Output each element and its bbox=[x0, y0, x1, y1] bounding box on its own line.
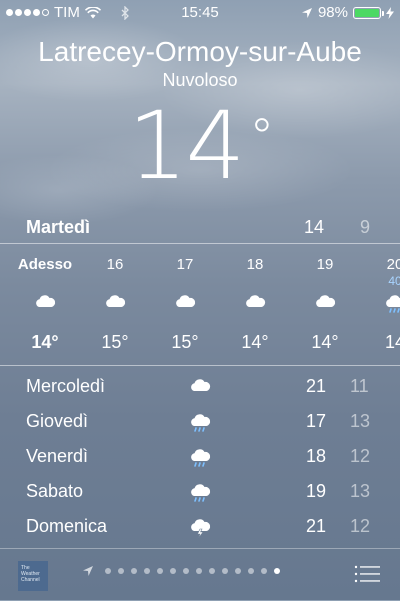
day-name: Mercoledì bbox=[26, 376, 106, 396]
cloud-icon bbox=[314, 292, 336, 310]
hour-temperature: 15° bbox=[101, 332, 129, 352]
page-indicator[interactable] bbox=[82, 565, 280, 577]
battery-percent: 98% bbox=[317, 4, 348, 21]
day-name: Venerdì bbox=[26, 446, 89, 466]
page-dot[interactable] bbox=[222, 568, 228, 574]
cloud-icon bbox=[189, 376, 211, 398]
location-arrow-icon bbox=[83, 566, 93, 576]
today-day: Martedì bbox=[26, 217, 91, 237]
hour-temperature: 14 bbox=[384, 332, 400, 352]
daily-row: Sabato 19 13 bbox=[0, 475, 400, 509]
hour-temperature: 14° bbox=[311, 332, 339, 352]
page-dot[interactable] bbox=[209, 568, 215, 574]
location-arrow-icon bbox=[301, 7, 312, 18]
hour-temperature: 14° bbox=[31, 332, 59, 352]
bottom-toolbar: The Weather Channel bbox=[0, 548, 400, 601]
hour-label: Adesso bbox=[17, 256, 73, 273]
current-temperature: 14 ° bbox=[0, 92, 400, 201]
rain-icon bbox=[384, 292, 400, 313]
page-dot[interactable] bbox=[118, 568, 124, 574]
current-temperature-value: 14 bbox=[127, 92, 246, 201]
location-name: Latrecey-Ormoy-sur-Aube bbox=[38, 36, 362, 67]
rain-icon bbox=[189, 446, 211, 468]
degree-symbol: ° bbox=[249, 108, 274, 166]
hour-label: 19 bbox=[316, 256, 334, 273]
today-high: 14 bbox=[304, 217, 325, 237]
cloud-icon bbox=[174, 292, 196, 310]
list-icon[interactable] bbox=[354, 565, 380, 583]
page-dot[interactable] bbox=[183, 568, 189, 574]
page-dot[interactable] bbox=[105, 568, 111, 574]
battery-icon bbox=[353, 6, 384, 19]
weather-channel-logo[interactable]: The Weather Channel bbox=[18, 561, 48, 591]
rain-icon bbox=[189, 411, 211, 433]
thunderstorm-icon bbox=[189, 516, 211, 539]
day-low: 13 bbox=[350, 411, 371, 431]
day-low: 13 bbox=[350, 481, 371, 501]
page-dot[interactable] bbox=[131, 568, 137, 574]
weather-condition: Nuvoloso bbox=[162, 70, 238, 90]
hour-label: 17 bbox=[176, 256, 194, 273]
page-dot[interactable] bbox=[196, 568, 202, 574]
hourly-forecast[interactable]: Adesso 14° 16 15° 17 15° 18 14° 19 14° 2040 14 bbox=[0, 243, 400, 366]
charging-bolt-icon bbox=[386, 6, 394, 19]
status-bar: TIM 15:45 98% bbox=[0, 0, 400, 24]
day-name: Giovedì bbox=[26, 411, 89, 431]
hour-temperature: 14° bbox=[241, 332, 269, 352]
precip-chance: 40 bbox=[388, 274, 400, 288]
today-low: 9 bbox=[360, 217, 371, 237]
page-dot[interactable] bbox=[144, 568, 150, 574]
today-summary: Martedì 14 9 bbox=[0, 214, 400, 242]
day-high: 21 bbox=[306, 516, 327, 536]
hour-temperature: 15° bbox=[171, 332, 199, 352]
daily-row: Domenica 21 12 bbox=[0, 510, 400, 544]
rain-icon bbox=[189, 481, 211, 503]
day-low: 12 bbox=[350, 516, 371, 536]
day-high: 18 bbox=[306, 446, 327, 466]
day-name: Sabato bbox=[26, 481, 84, 501]
page-dot[interactable] bbox=[235, 568, 241, 574]
day-name: Domenica bbox=[26, 516, 108, 536]
day-high: 21 bbox=[306, 376, 327, 396]
day-high: 17 bbox=[306, 411, 327, 431]
page-dot[interactable] bbox=[170, 568, 176, 574]
page-dot[interactable] bbox=[274, 568, 280, 574]
cloud-icon bbox=[104, 292, 126, 310]
cloud-icon bbox=[34, 292, 56, 310]
page-dot[interactable] bbox=[157, 568, 163, 574]
hour-label: 20 bbox=[386, 256, 400, 273]
daily-row: Mercoledì 21 11 bbox=[0, 370, 400, 404]
hour-label: 16 bbox=[106, 256, 124, 273]
daily-row: Venerdì 18 12 bbox=[0, 440, 400, 474]
day-high: 19 bbox=[306, 481, 327, 501]
status-right: 98% bbox=[301, 4, 394, 21]
day-low: 12 bbox=[350, 446, 371, 466]
daily-row: Giovedì 17 13 bbox=[0, 405, 400, 439]
day-low: 11 bbox=[350, 376, 369, 396]
page-dot[interactable] bbox=[261, 568, 267, 574]
page-dot[interactable] bbox=[248, 568, 254, 574]
cloud-icon bbox=[244, 292, 266, 310]
hour-label: 18 bbox=[246, 256, 264, 273]
